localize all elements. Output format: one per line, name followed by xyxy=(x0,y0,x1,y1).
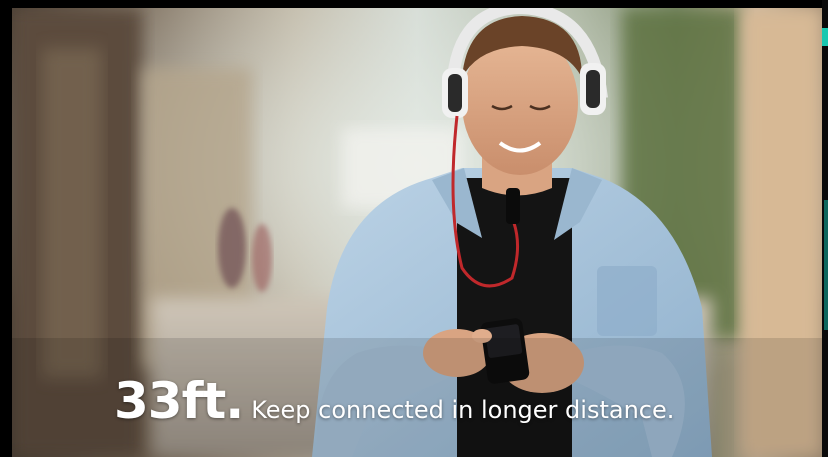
promo-banner: 33ft. Keep connected in longer distance. xyxy=(0,0,828,457)
feature-caption: 33ft. Keep connected in longer distance. xyxy=(114,372,674,430)
distance-headline: 33ft. xyxy=(114,372,244,430)
accent-mark xyxy=(822,28,828,46)
tagline-text: Keep connected in longer distance. xyxy=(251,396,675,424)
accent-stripe xyxy=(824,200,828,330)
